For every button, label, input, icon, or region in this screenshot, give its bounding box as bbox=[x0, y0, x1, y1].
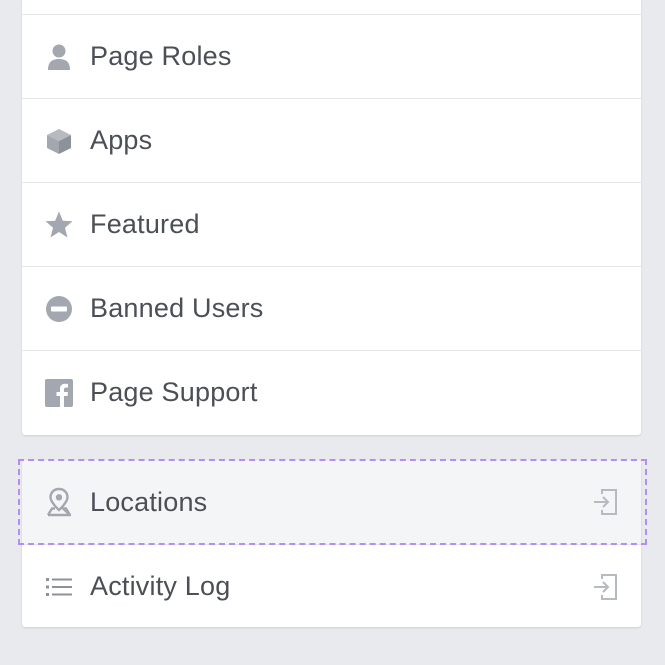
facebook-icon bbox=[44, 378, 74, 408]
menu-item-label: Featured bbox=[90, 209, 200, 239]
menu-item-apps[interactable]: Apps bbox=[22, 98, 641, 182]
exit-icon[interactable] bbox=[591, 487, 619, 517]
menu-item-activity-log[interactable]: Activity Log bbox=[22, 544, 641, 628]
menu-item-label: Activity Log bbox=[90, 571, 231, 601]
no-entry-icon bbox=[44, 294, 74, 324]
menu-item-label: Page Support bbox=[90, 377, 258, 407]
menu-item-banned-users[interactable]: Banned Users bbox=[22, 266, 641, 350]
menu-item-page-support[interactable]: Page Support bbox=[22, 350, 641, 434]
menu-item-label: Banned Users bbox=[90, 293, 264, 323]
menu-item-page-roles[interactable]: Page Roles bbox=[22, 14, 641, 98]
person-icon bbox=[44, 42, 74, 72]
list-icon bbox=[44, 572, 74, 602]
menu-item-label: Locations bbox=[90, 486, 208, 517]
menu-item-label: Apps bbox=[90, 125, 153, 155]
menu-item-previous[interactable] bbox=[22, 0, 641, 14]
links-card: Locations Activity Log bbox=[22, 460, 641, 627]
exit-icon[interactable] bbox=[591, 572, 619, 602]
star-icon bbox=[44, 210, 74, 240]
menu-item-locations[interactable]: Locations bbox=[22, 460, 641, 544]
cube-icon bbox=[44, 126, 74, 156]
menu-item-label: Page Roles bbox=[90, 41, 232, 71]
menu-item-featured[interactable]: Featured bbox=[22, 182, 641, 266]
settings-menu-card: Page Roles Apps Featured Banned Users Pa… bbox=[22, 0, 641, 435]
location-pin-icon bbox=[44, 487, 74, 517]
